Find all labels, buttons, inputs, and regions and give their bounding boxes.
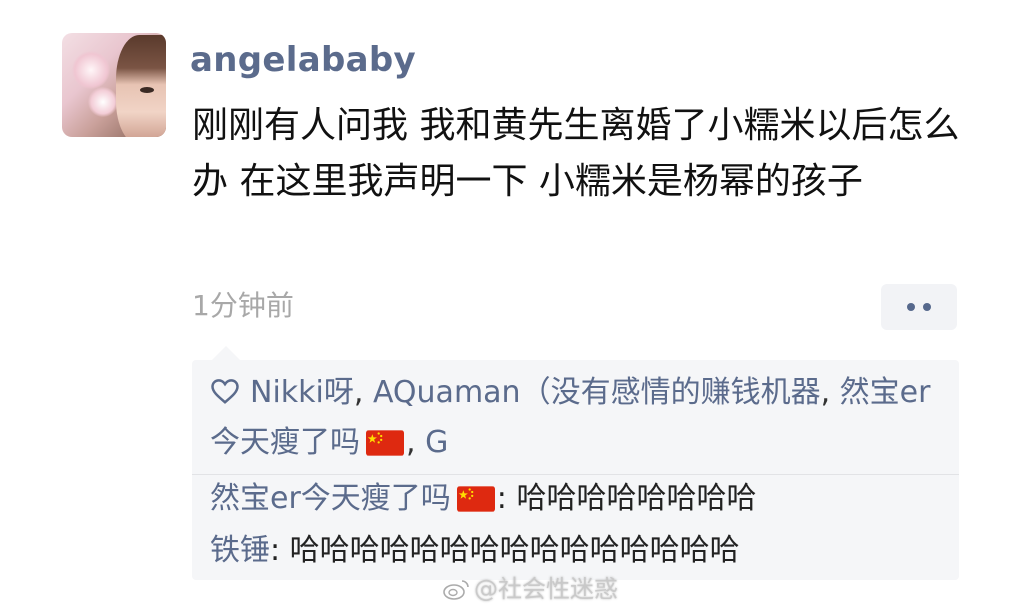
china-flag-icon	[366, 430, 404, 456]
avatar[interactable]	[62, 33, 166, 137]
avatar-flower	[72, 51, 110, 89]
comment-item[interactable]: 然宝er今天瘦了吗 : 哈哈哈哈哈哈哈哈	[210, 476, 756, 522]
likes-comments-box: Nikki呀, AQuaman（没有感情的赚钱机器, 然宝er今天瘦了吗 , G…	[192, 360, 959, 580]
more-options-button[interactable]	[881, 284, 957, 330]
comment-author[interactable]: 然宝er今天瘦了吗	[210, 481, 451, 516]
comment-text: 哈哈哈哈哈哈哈哈哈哈哈哈哈哈哈	[289, 533, 740, 568]
comment-author[interactable]: 铁锤	[210, 533, 270, 568]
like-name[interactable]: AQuaman（没有感情的赚钱机器	[373, 375, 821, 410]
post-timestamp: 1分钟前	[192, 289, 294, 322]
like-name[interactable]: Nikki呀	[250, 375, 354, 410]
post-username[interactable]: angelababy	[190, 34, 416, 86]
comment-text: 哈哈哈哈哈哈哈哈	[516, 481, 757, 516]
china-flag-icon	[456, 486, 495, 512]
comment-separator: :	[496, 481, 517, 516]
like-separator: ,	[406, 425, 426, 460]
watermark: @社会性迷惑	[442, 572, 618, 606]
moments-post: angelababy 刚刚有人问我 我和黄先生离婚了小糯米以后怎么办 在这里我声…	[0, 0, 1024, 612]
like-separator: ,	[353, 375, 373, 410]
interaction-box-pointer	[212, 346, 240, 360]
avatar-flower	[88, 87, 118, 117]
comment-item[interactable]: 铁锤: 哈哈哈哈哈哈哈哈哈哈哈哈哈哈哈	[210, 528, 740, 574]
heart-outline-icon	[211, 379, 239, 404]
weibo-icon	[443, 580, 469, 600]
comment-separator: :	[270, 533, 290, 568]
like-separator: ,	[820, 375, 840, 410]
post-content: 刚刚有人问我 我和黄先生离婚了小糯米以后怎么办 在这里我声明一下 小糯米是杨幂的…	[192, 105, 960, 202]
like-name[interactable]: G	[425, 425, 448, 460]
box-divider	[192, 474, 959, 475]
more-dot-icon	[923, 303, 931, 311]
watermark-text: @社会性迷惑	[474, 575, 618, 603]
avatar-portrait	[116, 35, 166, 137]
likes-list: Nikki呀, AQuaman（没有感情的赚钱机器, 然宝er今天瘦了吗 , G	[210, 368, 945, 468]
more-dot-icon	[907, 303, 915, 311]
avatar-eye	[140, 87, 154, 93]
